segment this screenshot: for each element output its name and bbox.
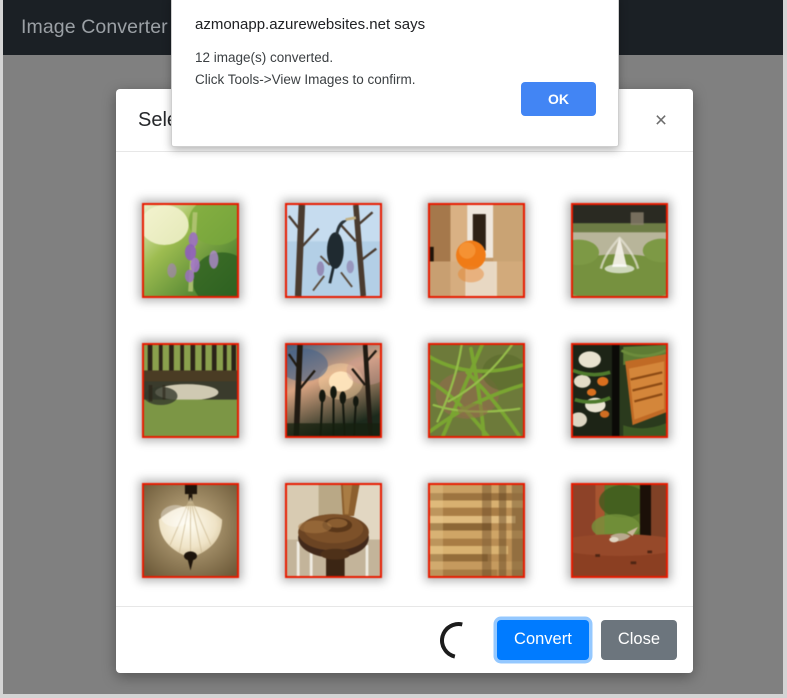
select-images-modal: Select Images × [116,89,693,673]
thumbnail-cell [119,320,262,460]
thumbnail-item[interactable] [284,482,382,578]
thumbnail-cell [119,460,262,600]
thumbnail-item[interactable] [141,342,239,438]
garden-fountain-pond-image [572,204,666,296]
thumbnail-item[interactable] [570,482,668,578]
browser-window-frame: Image Converter Select Images × [0,0,787,698]
bird-under-brick-column-image [572,484,666,576]
grilled-salmon-vegetable-plate-image [572,344,666,436]
thumbnail-cell [548,460,691,600]
thumbnail-cell [262,180,405,320]
loading-spinner-icon [433,614,485,666]
thumbnail-item[interactable] [570,202,668,298]
thumbnail-cell [405,320,548,460]
thumbnail-cell [548,180,691,320]
app-brand-title: Image Converter [21,16,168,38]
green-grass-blades-closeup-image [429,344,523,436]
page-root: Image Converter Select Images × [3,0,783,694]
thumbnail-item[interactable] [427,482,525,578]
cormorant-bird-in-bare-tree-image [286,204,380,296]
thumbnail-item[interactable] [570,342,668,438]
close-icon[interactable]: × [646,105,676,135]
alert-ok-button[interactable]: OK [521,82,596,116]
thumbnail-item[interactable] [141,202,239,298]
thumbnail-item[interactable] [284,342,382,438]
thumbnail-item[interactable] [427,342,525,438]
orange-fruit-on-table-image [429,204,523,296]
forest-trees-beside-pond-image [143,344,237,436]
thumbnail-item[interactable] [284,202,382,298]
modal-body [116,152,693,606]
modal-footer: Convert Close [116,606,693,673]
thumbnail-cell [405,180,548,320]
thumbnail-cell [262,460,405,600]
thumbnail-cell [548,320,691,460]
thumbnail-item[interactable] [141,482,239,578]
thumbnail-cell [262,320,405,460]
thumbnail-cell [405,460,548,600]
javascript-alert-dialog: azmonapp.azurewebsites.net says 12 image… [171,0,619,147]
stacked-wooden-boards-image [429,484,523,576]
close-button[interactable]: Close [600,620,677,660]
alert-origin-text: azmonapp.azurewebsites.net says [195,16,426,33]
thumbnail-cell [119,180,262,320]
convert-button[interactable]: Convert [497,620,589,660]
wooden-stair-newel-post-image [286,484,380,576]
ceiling-pendant-lamp-image [143,484,237,576]
thumbnail-item[interactable] [427,202,525,298]
thumbnail-grid [116,152,693,600]
sunset-through-bare-trees-image [286,344,380,436]
purple-lavender-flowers-image [143,204,237,296]
